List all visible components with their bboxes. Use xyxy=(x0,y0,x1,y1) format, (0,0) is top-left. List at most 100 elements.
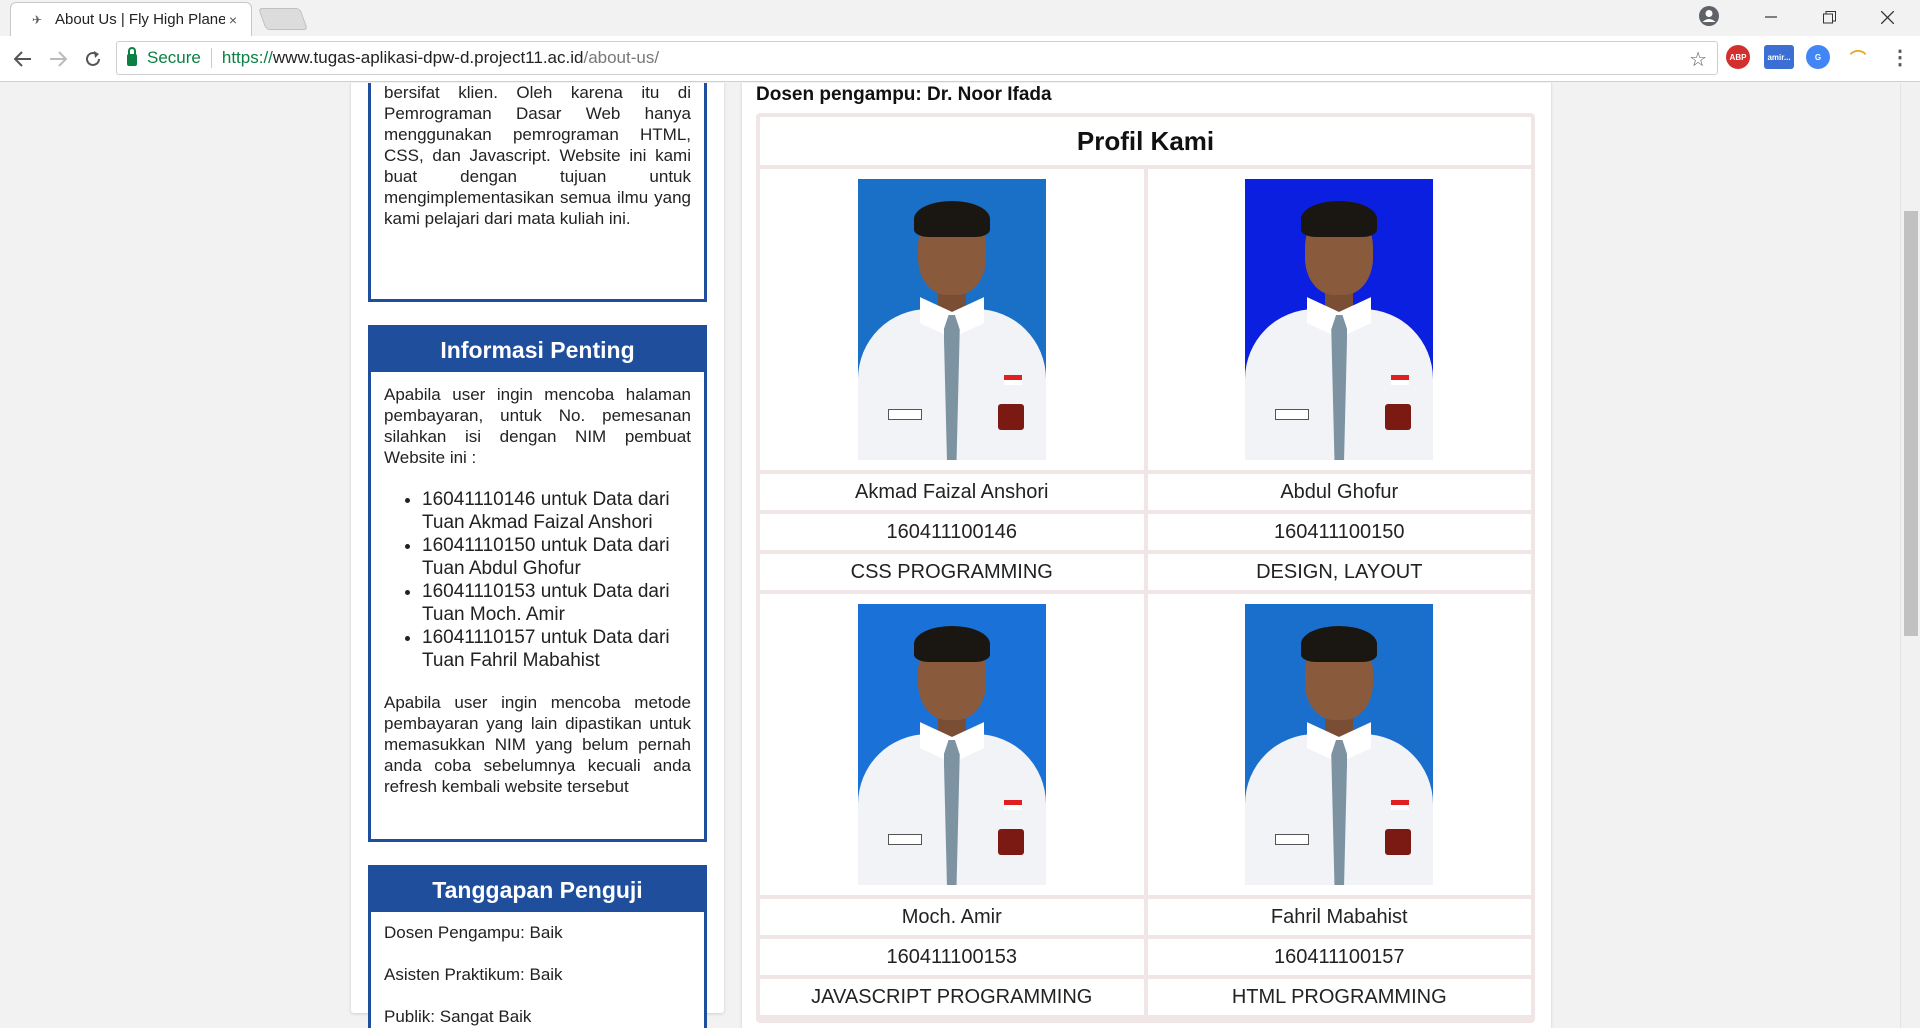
member-nim: 160411100157 xyxy=(1143,939,1532,975)
nim-list-item: 16041110153 untuk Data dari Tuan Moch. A… xyxy=(422,580,691,626)
lock-icon xyxy=(127,47,137,66)
photo-hair xyxy=(913,201,990,237)
omnibox-divider xyxy=(210,48,212,68)
member-name: Fahril Mabahist xyxy=(1143,899,1532,935)
page-content: bersifat klien. Oleh karena itu di Pemro… xyxy=(0,83,1900,1028)
vertical-scrollbar[interactable] xyxy=(1900,83,1920,1028)
member-photo xyxy=(857,179,1046,460)
member-role: CSS PROGRAMMING xyxy=(850,560,1053,583)
photo-flag xyxy=(1391,800,1410,810)
photo-badge xyxy=(1385,404,1412,430)
role-row: CSS PROGRAMMING DESIGN, LAYOUT xyxy=(760,554,1531,594)
nim-list: 16041110146 untuk Data dari Tuan Akmad F… xyxy=(408,488,691,672)
member-name: Moch. Amir xyxy=(901,905,1002,928)
nim-list-item: 16041110146 untuk Data dari Tuan Akmad F… xyxy=(422,488,691,534)
colorful-extension-icon[interactable]: ⌒ xyxy=(1846,45,1870,69)
member-name: Akmad Faizal Anshori xyxy=(855,480,1049,503)
dosen-pengampu: Dosen pengampu: Dr. Noor Ifada xyxy=(756,84,1052,105)
amir-extension-icon[interactable]: amir... xyxy=(1764,45,1794,69)
about-box: bersifat klien. Oleh karena itu di Pemro… xyxy=(368,83,707,302)
nim-list-item: 16041110150 untuk Data dari Tuan Abdul G… xyxy=(422,534,691,580)
member-nim: 160411100146 xyxy=(886,520,1017,543)
photo-cell xyxy=(1143,169,1532,470)
member-photo xyxy=(857,604,1046,885)
nim-row: 160411100146 160411100150 xyxy=(760,514,1531,554)
response-publik: Publik: Sangat Baik xyxy=(384,1007,532,1026)
close-icon xyxy=(1880,10,1894,24)
url-scheme: https:// xyxy=(221,48,273,67)
response-asisten: Asisten Praktikum: Baik xyxy=(384,965,563,984)
member-name: Abdul Ghofur xyxy=(1143,474,1532,510)
photo-row xyxy=(760,169,1531,474)
url-host: www.tugas-aplikasi-dpw-d.project11.ac.id xyxy=(272,48,584,67)
photo-badge xyxy=(997,404,1024,430)
member-role: JAVASCRIPT PROGRAMMING xyxy=(811,985,1093,1008)
sidebar: bersifat klien. Oleh karena itu di Pemro… xyxy=(351,83,724,1028)
photo-name-tag xyxy=(1275,834,1310,845)
photo-cell xyxy=(760,169,1144,470)
photo-badge xyxy=(997,829,1024,855)
main-content: Dosen pengampu: Dr. Noor Ifada Profil Ka… xyxy=(742,83,1551,1028)
tab-close-icon[interactable]: × xyxy=(225,12,241,28)
name-row: Moch. Amir Fahril Mabahist xyxy=(760,899,1531,939)
account-icon[interactable] xyxy=(1698,5,1720,27)
photo-flag xyxy=(1391,375,1410,385)
tab-strip: ✈ About Us | Fly High Plane × xyxy=(0,0,1920,36)
responses-box-title: Tanggapan Penguji xyxy=(371,868,704,912)
name-row: Akmad Faizal Anshori Abdul Ghofur xyxy=(760,474,1531,514)
info-box-body: Apabila user ingin mencoba halaman pemba… xyxy=(371,372,704,809)
tab-title: About Us | Fly High Plane xyxy=(55,11,225,28)
plane-favicon-icon: ✈ xyxy=(31,12,43,27)
info-paragraph-2: Apabila user ingin mencoba metode pembay… xyxy=(384,693,691,796)
photo-hair xyxy=(913,626,990,662)
role-row: JAVASCRIPT PROGRAMMING HTML PROGRAMMING xyxy=(760,979,1531,1019)
secure-label: Secure xyxy=(147,48,201,67)
member-nim: 160411100153 xyxy=(886,945,1017,968)
member-nim: 160411100150 xyxy=(1143,514,1532,550)
forward-arrow-icon xyxy=(50,51,67,67)
member-photo xyxy=(1245,179,1434,460)
toolbar: Secure https://www.tugas-aplikasi-dpw-d.… xyxy=(0,36,1920,82)
responses-box-body: Dosen Pengampu: Baik Asisten Praktikum: … xyxy=(371,912,704,1028)
abp-icon[interactable]: ABP xyxy=(1726,45,1750,69)
back-arrow-icon xyxy=(14,51,31,67)
member-photo xyxy=(1245,604,1434,885)
url-path: /about-us/ xyxy=(583,48,660,67)
forward-button[interactable] xyxy=(45,46,71,72)
photo-flag xyxy=(1003,375,1022,385)
photo-hair xyxy=(1301,201,1378,237)
browser-menu-icon[interactable]: ⋮ xyxy=(1888,45,1912,69)
translate-icon[interactable]: G xyxy=(1806,45,1830,69)
browser-tab-active[interactable]: ✈ About Us | Fly High Plane × xyxy=(10,2,252,36)
profile-title: Profil Kami xyxy=(760,117,1531,169)
nim-row: 160411100153 160411100157 xyxy=(760,939,1531,979)
new-tab-button[interactable] xyxy=(257,8,309,30)
photo-name-tag xyxy=(1275,409,1310,420)
scrollbar-thumb[interactable] xyxy=(1904,211,1918,636)
restore-button[interactable] xyxy=(1800,0,1858,34)
member-role: HTML PROGRAMMING xyxy=(1143,979,1532,1015)
photo-row xyxy=(760,594,1531,899)
info-box-title: Informasi Penting xyxy=(371,328,704,372)
address-bar[interactable]: Secure https://www.tugas-aplikasi-dpw-d.… xyxy=(116,41,1718,75)
bookmark-star-icon[interactable]: ☆ xyxy=(1689,47,1707,72)
reload-button[interactable] xyxy=(80,46,106,72)
close-window-button[interactable] xyxy=(1858,0,1916,34)
photo-cell xyxy=(1143,594,1532,895)
nim-list-item: 16041110157 untuk Data dari Tuan Fahril … xyxy=(422,626,691,672)
response-dosen: Dosen Pengampu: Baik xyxy=(384,923,563,942)
member-role: DESIGN, LAYOUT xyxy=(1143,554,1532,590)
minimize-icon xyxy=(1765,16,1777,18)
photo-name-tag xyxy=(887,409,922,420)
info-box: Informasi Penting Apabila user ingin men… xyxy=(368,325,707,842)
photo-name-tag xyxy=(887,834,922,845)
profile-table: Profil Kami Akmad Faizal Anshori Abdul G… xyxy=(756,113,1535,1023)
photo-hair xyxy=(1301,626,1378,662)
photo-flag xyxy=(1003,800,1022,810)
minimize-button[interactable] xyxy=(1742,0,1800,34)
restore-icon xyxy=(1822,10,1836,23)
reload-icon xyxy=(86,51,100,66)
back-button[interactable] xyxy=(10,46,36,72)
responses-box: Tanggapan Penguji Dosen Pengampu: Baik A… xyxy=(368,865,707,1028)
info-paragraph-1: Apabila user ingin mencoba halaman pemba… xyxy=(384,385,691,467)
